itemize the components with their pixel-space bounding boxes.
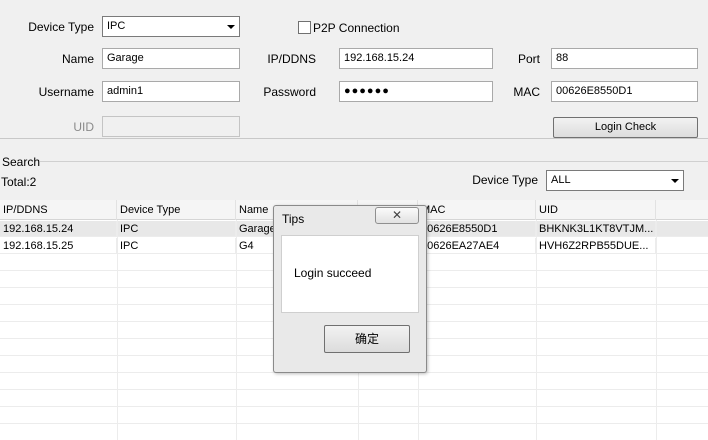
- empty-row: [0, 391, 708, 407]
- ipddns-field[interactable]: 192.168.15.24: [339, 48, 493, 69]
- device-form: Device Type IPC P2P Connection Name Gara…: [0, 0, 708, 138]
- port-label: Port: [517, 52, 540, 66]
- cell-mac: 00626E8550D1: [418, 221, 536, 237]
- dialog-title: Tips: [282, 212, 305, 226]
- column-divider: [536, 220, 537, 440]
- filter-device-type-label: Device Type: [472, 173, 538, 187]
- search-divider: [40, 161, 708, 162]
- close-button[interactable]: ✕: [375, 207, 419, 224]
- column-divider: [656, 220, 657, 440]
- chevron-down-icon: [671, 179, 679, 183]
- p2p-checkbox[interactable]: [298, 21, 311, 34]
- port-field[interactable]: 88: [551, 48, 698, 69]
- name-label: Name: [61, 52, 94, 66]
- column-divider: [117, 220, 118, 440]
- dialog-content: Login succeed: [281, 235, 419, 313]
- header-ipddns[interactable]: IP/DDNS: [0, 200, 117, 220]
- cell-uid: HVH6Z2RPB55DUE...: [536, 238, 656, 254]
- uid-label: UID: [73, 120, 94, 134]
- password-field[interactable]: ●●●●●●: [339, 81, 493, 102]
- username-field[interactable]: admin1: [102, 81, 240, 102]
- p2p-label: P2P Connection: [313, 21, 400, 35]
- total-count: Total:2: [1, 175, 37, 189]
- ok-button[interactable]: 确定: [324, 325, 410, 353]
- login-check-button[interactable]: Login Check: [553, 117, 698, 138]
- username-label: Username: [38, 85, 94, 99]
- filter-device-type-select[interactable]: ALL: [546, 170, 684, 191]
- header-uid[interactable]: UID: [536, 200, 656, 220]
- device-type-value: IPC: [107, 20, 126, 32]
- empty-row: [0, 408, 708, 424]
- password-label: Password: [263, 85, 316, 99]
- empty-row: [0, 374, 708, 390]
- close-icon: ✕: [391, 208, 403, 222]
- dialog-message: Login succeed: [294, 266, 372, 280]
- search-label: Search: [2, 155, 41, 169]
- cell-mac: 00626EA27AE4: [418, 238, 536, 254]
- mac-label: MAC: [513, 85, 540, 99]
- device-type-label: Device Type: [28, 20, 94, 34]
- header-device-type[interactable]: Device Type: [117, 200, 236, 220]
- mac-field[interactable]: 00626E8550D1: [551, 81, 698, 102]
- device-type-select[interactable]: IPC: [102, 16, 240, 37]
- ipddns-label: IP/DDNS: [267, 52, 316, 66]
- name-field[interactable]: Garage: [102, 48, 240, 69]
- search-panel: Search Total:2 Device Type ALL: [0, 138, 708, 200]
- section-divider: [0, 138, 708, 139]
- filter-device-type-value: ALL: [551, 174, 571, 186]
- header-mac[interactable]: MAC: [418, 200, 536, 220]
- cell-ipddns: 192.168.15.24: [0, 221, 117, 237]
- empty-row: [0, 425, 708, 440]
- column-divider: [236, 220, 237, 440]
- uid-field: [102, 116, 240, 137]
- cell-device-type: IPC: [117, 221, 236, 237]
- cell-ipddns: 192.168.15.25: [0, 238, 117, 254]
- chevron-down-icon: [227, 25, 235, 29]
- cell-device-type: IPC: [117, 238, 236, 254]
- tips-dialog: Tips ✕ Login succeed 确定: [273, 205, 427, 373]
- cell-uid: BHKNK3L1KT8VTJM...: [536, 221, 656, 237]
